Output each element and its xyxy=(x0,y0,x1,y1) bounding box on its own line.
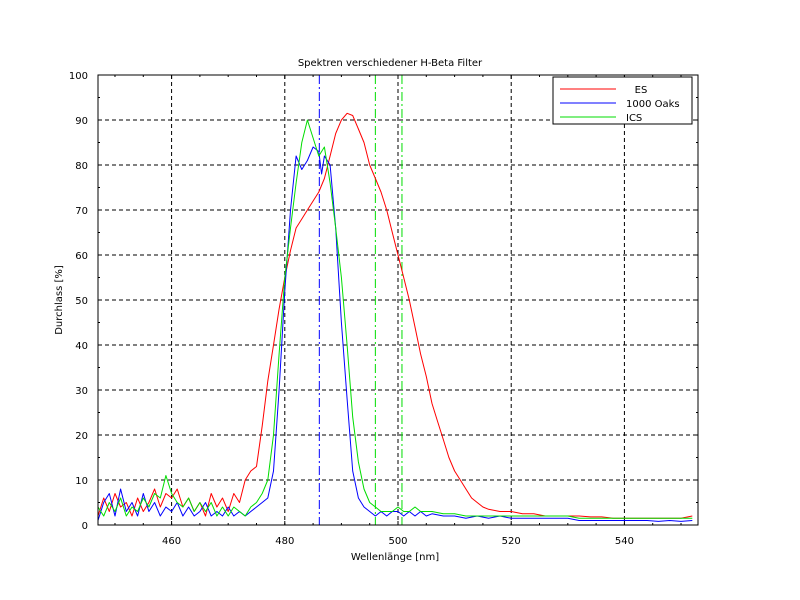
y-tick-label: 40 xyxy=(75,341,88,352)
y-tick-label: 10 xyxy=(75,476,88,487)
y-tick-label: 60 xyxy=(75,251,88,262)
y-tick-label: 100 xyxy=(69,71,88,82)
x-tick-label: 540 xyxy=(615,536,634,547)
legend: ES 1000 Oaks ICS xyxy=(552,76,693,125)
x-tick-label: 500 xyxy=(388,536,407,547)
legend-label: ES xyxy=(635,85,648,96)
legend-label: 1000 Oaks xyxy=(626,99,680,110)
y-tick-label: 30 xyxy=(75,386,88,397)
y-tick-label: 90 xyxy=(75,116,88,127)
x-tick-label: 460 xyxy=(162,536,181,547)
chart-title: Spektren verschiedener H-Beta Filter xyxy=(298,58,483,69)
x-tick-label: 520 xyxy=(502,536,521,547)
y-tick-label: 50 xyxy=(75,296,88,307)
x-axis-label: Wellenlänge [nm] xyxy=(351,552,439,563)
legend-label: ICS xyxy=(626,113,642,124)
y-tick-label: 80 xyxy=(75,161,88,172)
y-tick-label: 20 xyxy=(75,431,88,442)
y-axis-label: Durchlass [%] xyxy=(54,265,65,335)
chart-figure: Spektren verschiedener H-Beta Filter 460… xyxy=(0,0,800,600)
x-tick-label: 480 xyxy=(275,536,294,547)
y-tick-label: 70 xyxy=(75,206,88,217)
y-tick-label: 0 xyxy=(82,521,88,532)
